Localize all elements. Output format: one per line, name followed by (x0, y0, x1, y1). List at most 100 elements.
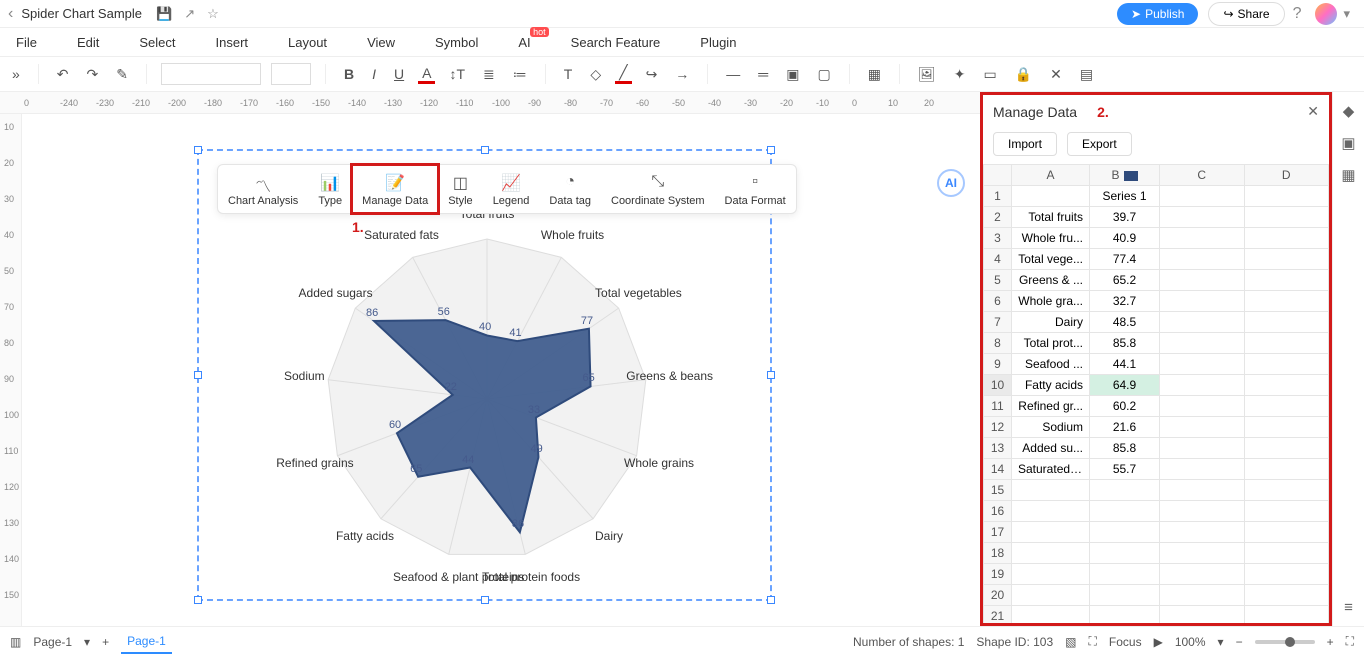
expand-panel-icon[interactable]: » (8, 66, 24, 82)
font-color-icon[interactable]: A (418, 65, 435, 84)
font-size-select[interactable] (271, 63, 311, 85)
send-back-icon[interactable]: ▢ (813, 66, 834, 83)
zoom-dropdown-icon[interactable]: ▾ (1218, 635, 1224, 649)
layers-toggle-icon[interactable]: ▧ (1065, 635, 1076, 649)
table-icon[interactable]: ▤ (1076, 66, 1097, 83)
font-family-select[interactable] (161, 63, 261, 85)
settings-icon[interactable]: ≡ (1344, 599, 1353, 616)
help-icon[interactable]: ? (1293, 5, 1302, 23)
bullet-list-icon[interactable]: ≔ (509, 66, 531, 83)
ai-badge[interactable]: AI (937, 169, 965, 197)
group-icon[interactable]: ▦ (864, 66, 885, 83)
handle-top-right[interactable] (767, 146, 775, 154)
back-icon[interactable]: ‹ (8, 5, 13, 23)
table-row[interactable]: 7Dairy48.5 (984, 312, 1329, 333)
table-row[interactable]: 5Greens & ...65.2 (984, 270, 1329, 291)
table-row[interactable]: 10Fatty acids64.9 (984, 375, 1329, 396)
table-row[interactable]: 3Whole fru...40.9 (984, 228, 1329, 249)
table-row[interactable]: 19 (984, 564, 1329, 585)
table-row[interactable]: 16 (984, 501, 1329, 522)
lock-icon[interactable]: 🔒 (1011, 66, 1036, 83)
menu-ai[interactable]: AIhot (518, 35, 530, 50)
table-row[interactable]: 12Sodium21.6 (984, 417, 1329, 438)
connector-icon[interactable]: ↪ (642, 66, 662, 83)
table-row[interactable]: 9Seafood ...44.1 (984, 354, 1329, 375)
table-row[interactable]: 1Series 1 (984, 186, 1329, 207)
table-row[interactable]: 18 (984, 543, 1329, 564)
handle-mid-left[interactable] (194, 371, 202, 379)
manage-data-button[interactable]: 📝Manage Data (352, 165, 438, 213)
chart-type-button[interactable]: 📊Type (308, 165, 352, 213)
bring-front-icon[interactable]: ▣ (782, 66, 803, 83)
add-page-icon[interactable]: + (102, 635, 109, 649)
data-grid[interactable]: ABCD1Series 12Total fruits39.73Whole fru… (983, 164, 1329, 623)
table-row[interactable]: 15 (984, 480, 1329, 501)
table-row[interactable]: 11Refined gr...60.2 (984, 396, 1329, 417)
handle-mid-right[interactable] (767, 371, 775, 379)
handle-top-mid[interactable] (481, 146, 489, 154)
image-icon[interactable]: 🖼 (914, 66, 940, 83)
close-icon[interactable]: ✕ (1307, 103, 1319, 120)
menu-symbol[interactable]: Symbol (435, 35, 478, 50)
table-row[interactable]: 2Total fruits39.7 (984, 207, 1329, 228)
import-button[interactable]: Import (993, 132, 1057, 156)
chart-selection[interactable] (197, 149, 772, 601)
legend-button[interactable]: 📈Legend (483, 165, 540, 213)
menu-plugin[interactable]: Plugin (700, 35, 736, 50)
apps-icon[interactable]: ▦ (1341, 166, 1355, 184)
handle-bot-left[interactable] (194, 596, 202, 604)
save-icon[interactable]: 💾 (156, 6, 172, 22)
crop-icon[interactable]: ▭ (979, 66, 1000, 83)
italic-icon[interactable]: I (368, 66, 380, 82)
export-button[interactable]: Export (1067, 132, 1132, 156)
menu-layout[interactable]: Layout (288, 35, 327, 50)
undo-icon[interactable]: ↶ (53, 66, 73, 83)
table-row[interactable]: 20 (984, 585, 1329, 606)
line-style-icon[interactable]: — (722, 66, 744, 82)
menu-insert[interactable]: Insert (216, 35, 249, 50)
zoom-in-icon[interactable]: + (1327, 635, 1334, 649)
avatar[interactable] (1315, 3, 1337, 25)
text-tool-icon[interactable]: T (560, 66, 577, 82)
effects-icon[interactable]: ✦ (950, 66, 970, 83)
theme-icon[interactable]: ◆ (1343, 102, 1355, 120)
menu-select[interactable]: Select (139, 35, 175, 50)
star-icon[interactable]: ☆ (207, 6, 219, 22)
canvas[interactable]: Total fruits40Whole fruits41Total vegeta… (22, 114, 980, 626)
table-row[interactable]: 13Added su...85.8 (984, 438, 1329, 459)
table-row[interactable]: 14Saturated ...55.7 (984, 459, 1329, 480)
chart-analysis-button[interactable]: 〽Chart Analysis (218, 165, 308, 213)
focus-label[interactable]: Focus (1109, 635, 1142, 649)
tools-icon[interactable]: ✕ (1046, 66, 1066, 83)
page-tab[interactable]: Page-1 (121, 630, 172, 654)
table-row[interactable]: 8Total prot...85.8 (984, 333, 1329, 354)
bold-icon[interactable]: B (340, 66, 358, 82)
chart-style-button[interactable]: ◫Style (438, 165, 482, 213)
line-color-icon[interactable]: ╱ (615, 64, 631, 84)
focus-icon[interactable]: ⛶ (1089, 634, 1097, 649)
menu-view[interactable]: View (367, 35, 395, 50)
zoom-out-icon[interactable]: − (1236, 635, 1243, 649)
table-row[interactable]: 21 (984, 606, 1329, 624)
menu-edit[interactable]: Edit (77, 35, 99, 50)
menu-file[interactable]: File (16, 35, 37, 50)
table-row[interactable]: 17 (984, 522, 1329, 543)
page-select[interactable]: Page-1 (33, 635, 72, 649)
data-tag-button[interactable]: ◔Data tag (539, 165, 601, 213)
page-dropdown-icon[interactable]: ▾ (84, 635, 90, 649)
page-list-icon[interactable]: ▥ (10, 635, 21, 649)
play-icon[interactable]: ▶ (1154, 635, 1163, 649)
menu-search[interactable]: Search Feature (571, 35, 661, 50)
avatar-dropdown-icon[interactable]: ▾ (1343, 6, 1350, 22)
handle-bot-mid[interactable] (481, 596, 489, 604)
zoom-level[interactable]: 100% (1175, 635, 1206, 649)
redo-icon[interactable]: ↷ (83, 66, 103, 83)
coord-system-button[interactable]: ⤡Coordinate System (601, 165, 715, 213)
fullscreen-icon[interactable]: ⛶ (1346, 634, 1354, 649)
zoom-slider[interactable] (1255, 640, 1315, 644)
table-row[interactable]: 4Total vege...77.4 (984, 249, 1329, 270)
layers-icon[interactable]: ▣ (1341, 134, 1355, 152)
fill-color-icon[interactable]: ◇ (586, 66, 605, 83)
publish-button[interactable]: ➤Publish (1117, 3, 1198, 25)
handle-top-left[interactable] (194, 146, 202, 154)
